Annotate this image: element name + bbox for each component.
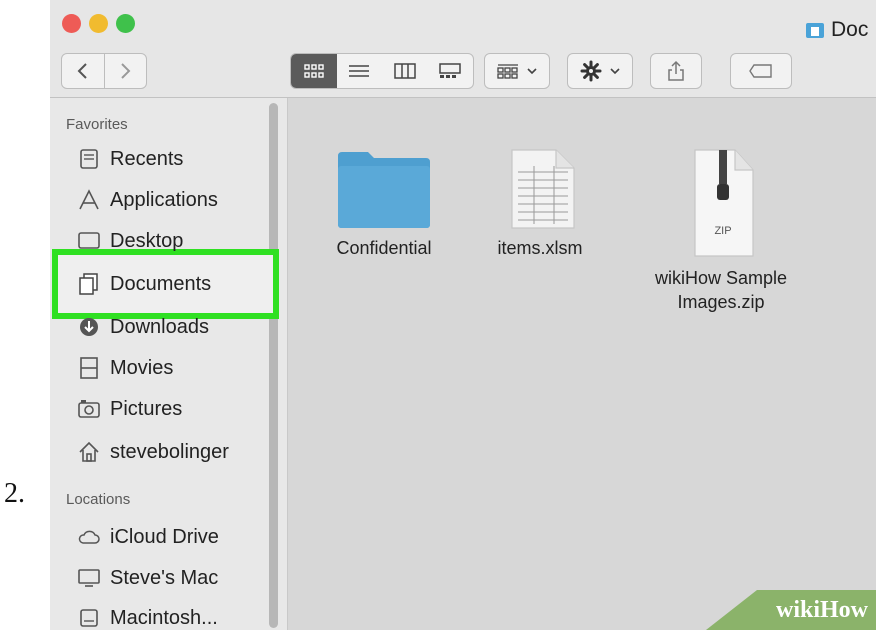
step-number: 2. bbox=[4, 478, 25, 509]
group-icon bbox=[497, 64, 518, 79]
spreadsheet-file-icon bbox=[511, 149, 575, 229]
locations-header: Locations bbox=[66, 491, 131, 508]
file-item[interactable]: items.xlsm bbox=[470, 148, 610, 260]
applications-icon bbox=[78, 189, 100, 211]
list-view-button[interactable] bbox=[337, 54, 383, 88]
folder-icon bbox=[338, 152, 430, 228]
sidebar-item-steves-mac[interactable]: Steve's Mac bbox=[78, 563, 218, 593]
sidebar-item-label: Movies bbox=[110, 356, 174, 379]
back-button[interactable] bbox=[62, 54, 105, 88]
chevron-down-icon bbox=[610, 68, 620, 75]
window-title-text: Doc bbox=[831, 18, 869, 41]
documents-folder-icon bbox=[806, 23, 824, 38]
sidebar-item-recents[interactable]: Recents bbox=[78, 144, 183, 174]
disk-icon bbox=[78, 607, 100, 629]
gallery-view-button[interactable] bbox=[428, 54, 474, 88]
tags-button[interactable] bbox=[730, 53, 792, 89]
icon-view-button[interactable] bbox=[291, 54, 337, 88]
chevron-down-icon bbox=[527, 68, 537, 75]
gallery-view-icon bbox=[439, 63, 461, 78]
sidebar-item-documents[interactable]: Documents bbox=[78, 269, 211, 299]
toolbar: Doc bbox=[50, 0, 876, 98]
share-icon bbox=[668, 60, 684, 81]
minimize-button[interactable] bbox=[89, 14, 108, 33]
sidebar-item-label: stevebolinger bbox=[110, 440, 229, 463]
chevron-right-icon bbox=[121, 63, 131, 79]
file-name: items.xlsm bbox=[497, 238, 583, 258]
sidebar-scrollbar[interactable] bbox=[269, 103, 278, 628]
desktop-icon bbox=[78, 230, 100, 252]
sidebar-item-icloud-drive[interactable]: iCloud Drive bbox=[78, 522, 219, 552]
sidebar-item-pictures[interactable]: Pictures bbox=[78, 394, 182, 424]
documents-icon bbox=[78, 273, 100, 295]
sidebar-item-label: Downloads bbox=[110, 315, 209, 338]
sidebar-item-label: Documents bbox=[110, 272, 212, 295]
sidebar-item-label: Macintosh... bbox=[110, 606, 218, 629]
gear-icon bbox=[580, 60, 602, 82]
sidebar-item-movies[interactable]: Movies bbox=[78, 353, 173, 383]
share-button[interactable] bbox=[650, 53, 702, 89]
sidebar-item-label: Pictures bbox=[110, 397, 183, 420]
icloud-icon bbox=[78, 526, 100, 548]
sidebar-item-label: Steve's Mac bbox=[110, 566, 219, 589]
finder-window: Doc Favorites Recents Applications Deskt… bbox=[50, 0, 876, 630]
pictures-icon bbox=[78, 398, 100, 420]
recents-icon bbox=[78, 148, 100, 170]
sidebar-item-label: iCloud Drive bbox=[110, 525, 219, 548]
chevron-left-icon bbox=[77, 63, 87, 79]
zoom-button[interactable] bbox=[116, 14, 135, 33]
file-browser: Confidential items.xlsm ZIP wikiHow Samp… bbox=[288, 98, 876, 630]
group-by-button[interactable] bbox=[484, 53, 550, 89]
sidebar-item-stevebolinger[interactable]: stevebolinger bbox=[78, 437, 229, 467]
action-menu-button[interactable] bbox=[567, 53, 633, 89]
downloads-icon bbox=[78, 316, 100, 338]
column-view-icon bbox=[394, 63, 416, 79]
sidebar-item-label: Recents bbox=[110, 147, 184, 170]
zip-file-icon: ZIP bbox=[694, 149, 754, 257]
sidebar-item-macintosh-hd[interactable]: Macintosh... bbox=[78, 603, 218, 630]
favorites-header: Favorites bbox=[66, 116, 128, 133]
file-item[interactable]: Confidential bbox=[314, 148, 454, 260]
watermark-text: wikiHow bbox=[775, 596, 868, 623]
close-button[interactable] bbox=[62, 14, 81, 33]
file-item[interactable]: ZIP wikiHow Sample Images.zip bbox=[646, 148, 796, 314]
tag-icon bbox=[749, 64, 772, 78]
sidebar-item-label: Applications bbox=[110, 188, 218, 211]
movies-icon bbox=[78, 357, 100, 379]
computer-icon bbox=[78, 567, 100, 589]
sidebar-item-desktop[interactable]: Desktop bbox=[78, 226, 183, 256]
view-mode-group bbox=[290, 53, 474, 89]
sidebar-item-label: Desktop bbox=[110, 229, 184, 252]
sidebar-item-downloads[interactable]: Downloads bbox=[78, 312, 209, 342]
forward-button[interactable] bbox=[105, 54, 147, 88]
file-name: wikiHow Sample Images.zip bbox=[654, 268, 788, 312]
zip-badge: ZIP bbox=[714, 225, 731, 237]
column-view-button[interactable] bbox=[382, 54, 428, 88]
list-view-icon bbox=[349, 65, 370, 77]
home-icon bbox=[78, 441, 100, 463]
window-title: Doc bbox=[805, 18, 868, 42]
file-name: Confidential bbox=[336, 238, 432, 258]
sidebar-item-applications[interactable]: Applications bbox=[78, 185, 218, 215]
icon-view-icon bbox=[304, 64, 324, 78]
navigation-buttons bbox=[61, 53, 147, 89]
